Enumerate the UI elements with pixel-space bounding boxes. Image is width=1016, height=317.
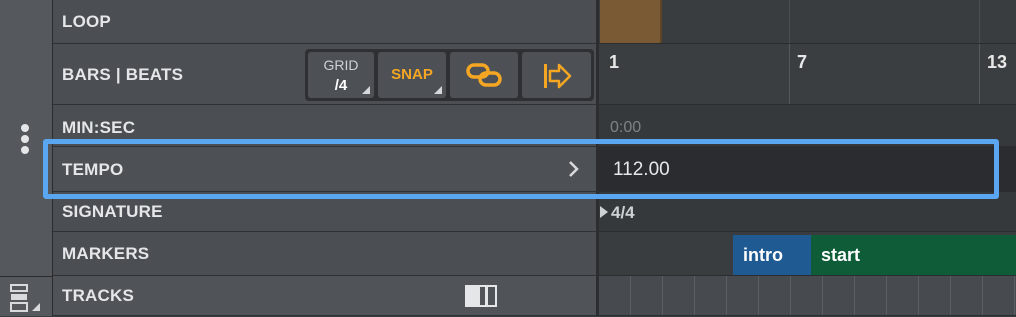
tempo-selection-highlight [43, 139, 999, 199]
min-sec-value: 0:00 [610, 119, 642, 136]
loop-label: LOOP [62, 12, 111, 31]
grid-button[interactable]: GRID /4 [308, 52, 374, 98]
tracks-lane [599, 276, 1016, 316]
follow-arrow-icon [542, 62, 572, 90]
loop-grid-line [979, 0, 980, 43]
markers-row: MARKERS [53, 232, 598, 276]
markers-label: MARKERS [62, 244, 150, 263]
track-list-icon [10, 284, 46, 312]
bar-number: 7 [797, 52, 808, 72]
bar-line [789, 44, 790, 104]
snap-button[interactable]: SNAP [378, 52, 446, 98]
min-sec-label: MIN:SEC [62, 118, 136, 137]
follow-playhead-button[interactable] [522, 52, 591, 98]
link-button[interactable] [450, 52, 518, 98]
bar-number: 1 [609, 52, 620, 72]
left-gutter [0, 0, 53, 276]
track-list-toggle[interactable] [0, 276, 53, 316]
link-icon [466, 62, 502, 88]
loop-grid-line [789, 0, 790, 43]
grid-label: GRID [323, 57, 359, 73]
signature-marker-icon [599, 205, 609, 219]
bar-line [979, 44, 980, 104]
more-options-icon[interactable] [17, 123, 33, 157]
bars-beats-label: BARS | BEATS [62, 65, 184, 84]
loop-region[interactable] [600, 0, 662, 43]
tracks-label: TRACKS [62, 286, 135, 305]
marker-intro[interactable]: intro [733, 235, 811, 275]
bars-ruler[interactable]: 1 7 13 [599, 44, 1016, 105]
bar-number: 13 [987, 52, 1008, 72]
signature-value: 4/4 [611, 203, 635, 222]
signature-label: SIGNATURE [62, 202, 163, 221]
marker-start[interactable]: start [811, 235, 1016, 275]
loop-lane[interactable] [599, 0, 1016, 44]
loop-row: LOOP [53, 0, 598, 44]
split-view-icon[interactable] [465, 285, 497, 307]
snap-label: SNAP [391, 66, 433, 83]
tracks-row: TRACKS [53, 276, 598, 316]
